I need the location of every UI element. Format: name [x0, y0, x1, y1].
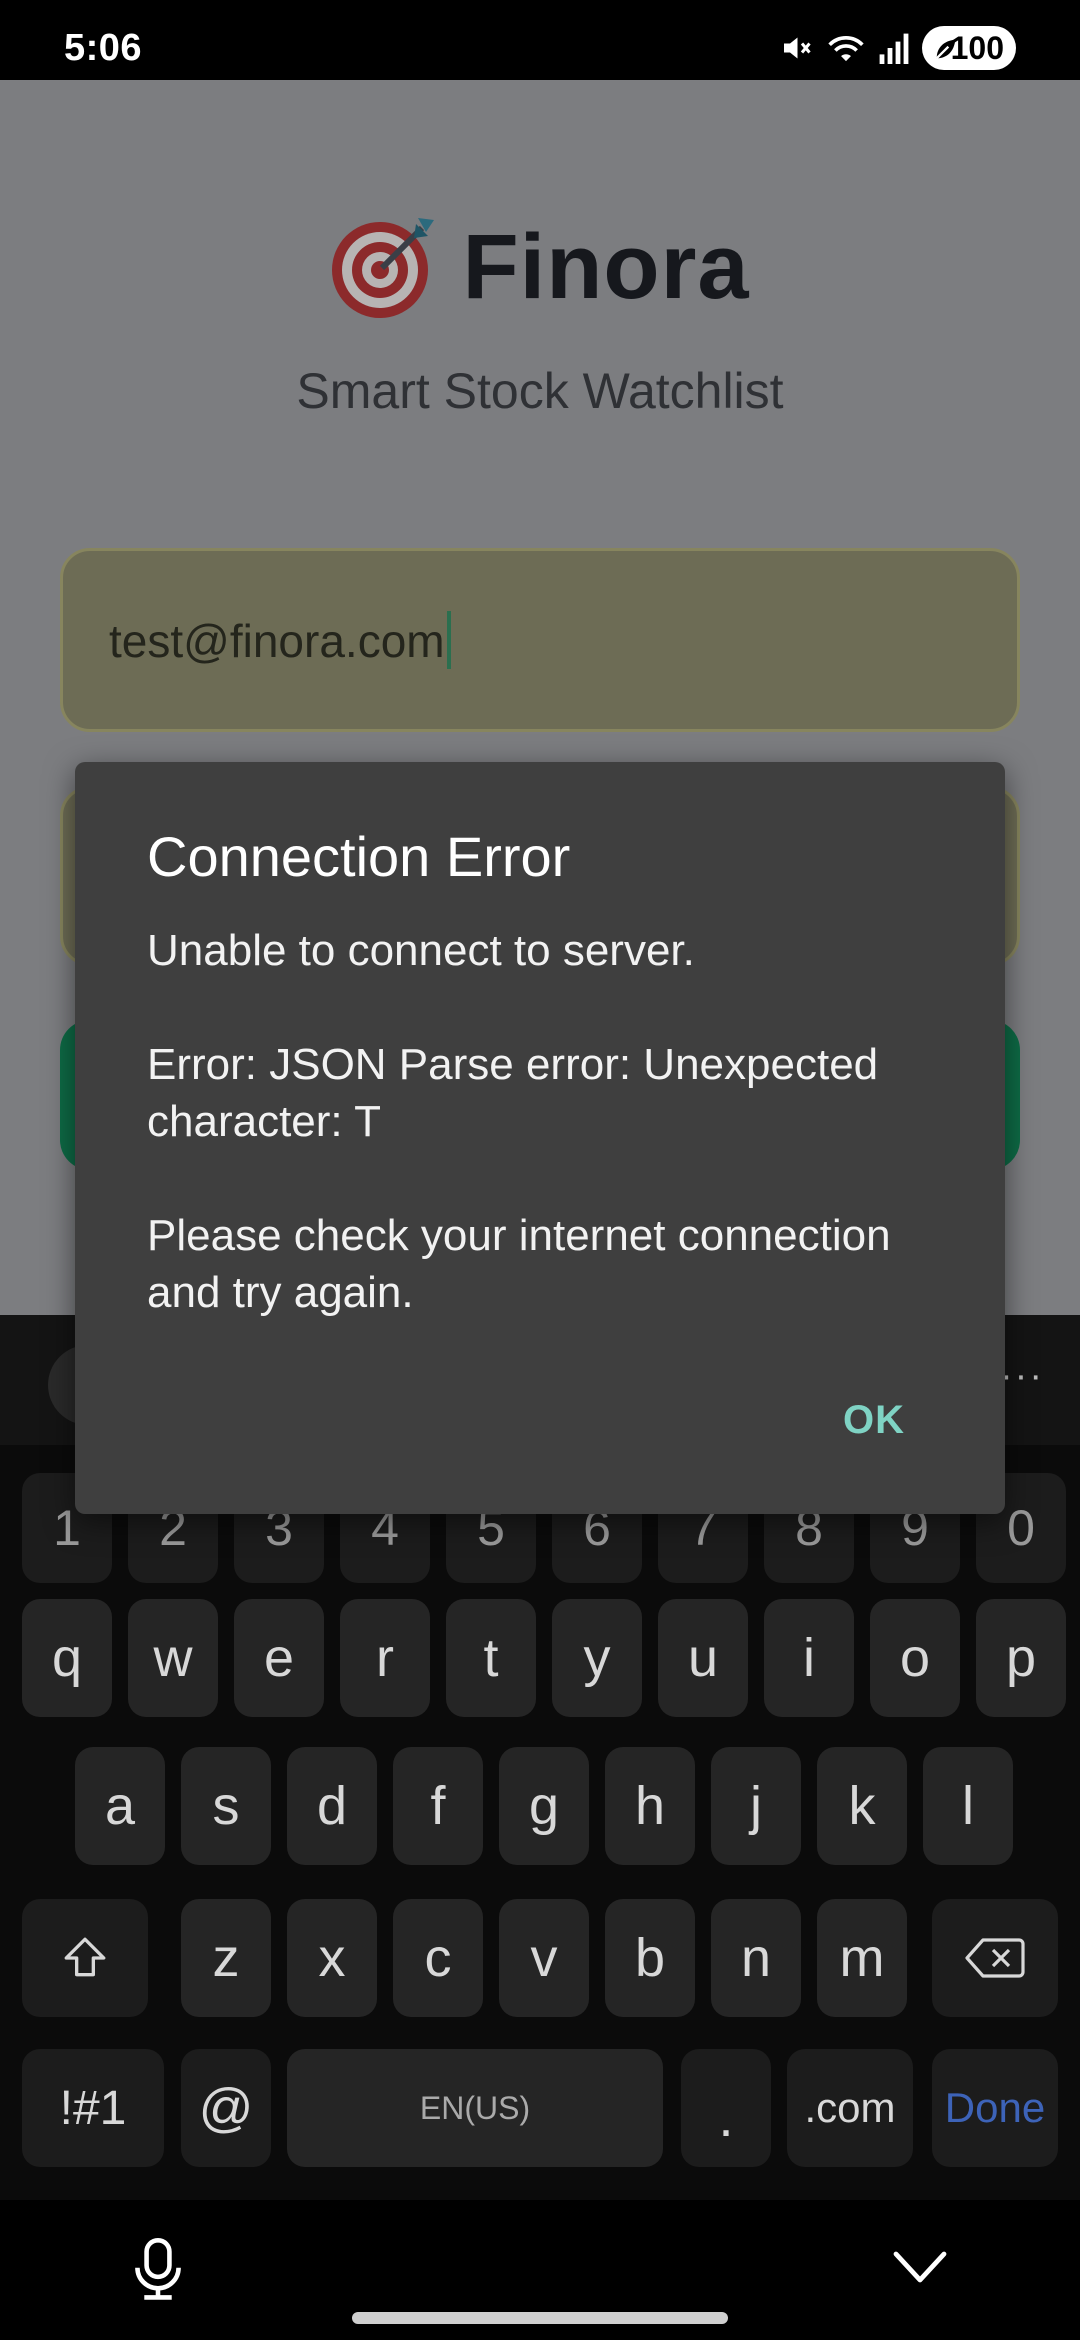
key-t[interactable]: t	[446, 1599, 536, 1717]
key-e[interactable]: e	[234, 1599, 324, 1717]
key-j[interactable]: j	[711, 1747, 801, 1865]
app-subtitle: Smart Stock Watchlist	[296, 363, 784, 419]
key-l[interactable]: l	[923, 1747, 1013, 1865]
key-w[interactable]: w	[128, 1599, 218, 1717]
key-x[interactable]: x	[287, 1899, 377, 2017]
key-d[interactable]: d	[287, 1747, 377, 1865]
key-v[interactable]: v	[499, 1899, 589, 2017]
navigation-bar	[0, 2200, 1080, 2340]
chevron-down-icon[interactable]	[892, 2248, 948, 2293]
key-h[interactable]: h	[605, 1747, 695, 1865]
wifi-icon	[826, 30, 866, 71]
leaf-icon	[932, 34, 960, 71]
shift-icon	[64, 1937, 106, 1977]
key-a[interactable]: a	[75, 1747, 165, 1865]
connection-error-dialog: Connection Error Unable to connect to se…	[75, 762, 1005, 1514]
status-time: 5:06	[64, 27, 143, 69]
more-options-icon[interactable]: ···	[1000, 1355, 1044, 1398]
key-q[interactable]: q	[22, 1599, 112, 1717]
key-z[interactable]: z	[181, 1899, 271, 2017]
text-caret	[446, 611, 451, 669]
key-k[interactable]: k	[817, 1747, 907, 1865]
key-at[interactable]: @	[181, 2049, 271, 2167]
done-key[interactable]: Done	[932, 2049, 1058, 2167]
key-u[interactable]: u	[658, 1599, 748, 1717]
home-indicator[interactable]	[352, 2312, 728, 2324]
screen: 5:06 100 Finora Smart Stock Watchlist te…	[0, 0, 1080, 2340]
key-n[interactable]: n	[711, 1899, 801, 2017]
key-b[interactable]: b	[605, 1899, 695, 2017]
space-key[interactable]: EN(US)	[287, 2049, 663, 2167]
dialog-title: Connection Error	[147, 825, 571, 888]
ok-button[interactable]: OK	[833, 1390, 915, 1451]
key-o[interactable]: o	[870, 1599, 960, 1717]
target-dart-icon	[330, 210, 440, 325]
backspace-icon	[965, 1938, 1025, 1978]
email-value: test@finora.com	[109, 611, 451, 669]
shift-key[interactable]	[22, 1899, 148, 2017]
app-title: Finora	[462, 216, 750, 318]
status-bar: 5:06 100	[0, 0, 1080, 80]
key-y[interactable]: y	[552, 1599, 642, 1717]
key-c[interactable]: c	[393, 1899, 483, 2017]
key-f[interactable]: f	[393, 1747, 483, 1865]
key-r[interactable]: r	[340, 1599, 430, 1717]
signal-icon	[878, 30, 910, 71]
mute-icon	[778, 30, 814, 71]
key-g[interactable]: g	[499, 1747, 589, 1865]
key-s[interactable]: s	[181, 1747, 271, 1865]
microphone-icon[interactable]	[130, 2238, 186, 2307]
key-i[interactable]: i	[764, 1599, 854, 1717]
backspace-key[interactable]	[932, 1899, 1058, 2017]
key-m[interactable]: m	[817, 1899, 907, 2017]
dialog-message: Unable to connect to server. Error: JSON…	[147, 926, 891, 1317]
symbols-key[interactable]: !#1	[22, 2049, 164, 2167]
battery-icon: 100	[922, 26, 1016, 70]
logo-row: Finora	[0, 210, 1080, 325]
key-period[interactable]: .	[681, 2049, 771, 2167]
key-p[interactable]: p	[976, 1599, 1066, 1717]
dotcom-key[interactable]: .com	[787, 2049, 913, 2167]
email-field[interactable]: test@finora.com	[60, 548, 1020, 732]
